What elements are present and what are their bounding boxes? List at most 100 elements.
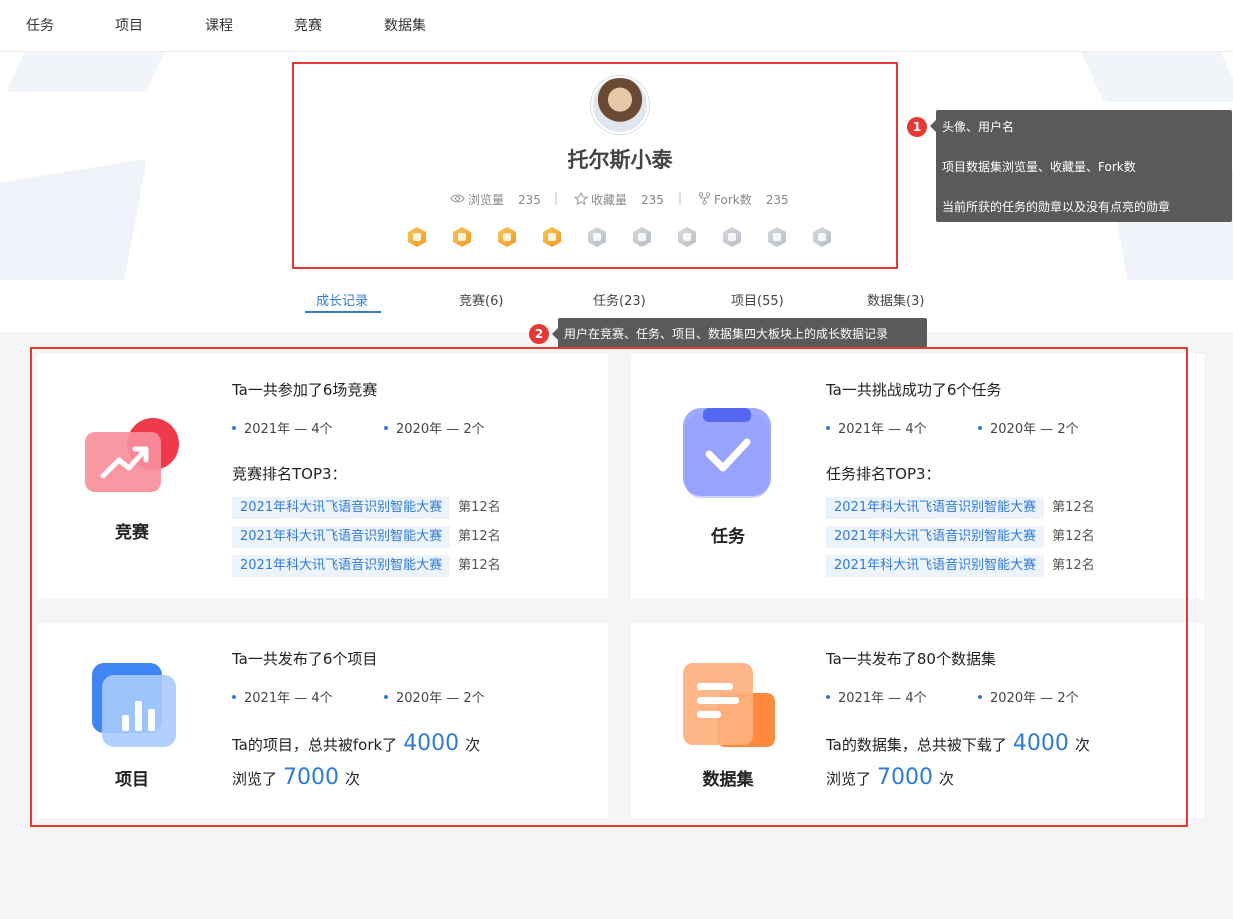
stat-forks: Fork数 235 [698,191,789,208]
badge-locked[interactable] [676,226,698,248]
tab-competitions[interactable]: 竞赛(6) [459,290,503,309]
annotation-marker-2: 2 [529,324,549,344]
badge-locked[interactable] [586,226,608,248]
stat-favorites: 收藏量 235 [573,191,664,208]
document-icon [681,661,777,751]
card-title: Ta一共挑战成功了6个任务 [826,381,1002,399]
rank-row: 2021年科大讯飞语音识别智能大赛 第12名 [232,554,501,577]
view-count-line: 浏览了 7000 次 [232,765,360,790]
username: 托尔斯小泰 [567,148,673,172]
rank-name-link[interactable]: 2021年科大讯飞语音识别智能大赛 [232,555,451,577]
rank-position: 第12名 [458,558,501,573]
dataset-card: 数据集 Ta一共发布了80个数据集 2021年 — 4个 2020年 — 2个 … [631,623,1204,818]
rank-position: 第12名 [458,529,501,544]
background-decoration [1076,52,1233,102]
checkmark-icon [681,406,773,502]
stat-favorites-label: 收藏量 [591,193,628,207]
rank-position: 第12名 [1052,500,1095,515]
trend-chart-icon [83,416,183,506]
rank-row: 2021年科大讯飞语音识别智能大赛 第12名 [232,496,501,519]
active-tab-indicator [305,311,381,313]
stat-views-label: 浏览量 [468,193,505,207]
badge-locked[interactable] [811,226,833,248]
rank-row: 2021年科大讯飞语音识别智能大赛 第12名 [826,554,1095,577]
rank-row: 2021年科大讯飞语音识别智能大赛 第12名 [232,525,501,548]
rank-name-link[interactable]: 2021年科大讯飞语音识别智能大赛 [232,497,451,519]
fork-count-suffix: 次 [465,736,481,754]
stat-views: 浏览量 235 [450,191,541,208]
callout-line: 头像、用户名 [942,120,1015,134]
task-card: 任务 Ta一共挑战成功了6个任务 2021年 — 4个 2020年 — 2个 任… [631,354,1204,599]
rank-name-link[interactable]: 2021年科大讯飞语音识别智能大赛 [826,526,1045,548]
avatar[interactable] [591,76,649,134]
badge-locked[interactable] [766,226,788,248]
year-count: 2021年 — 4个 [232,687,333,706]
fork-count-value: 4000 [403,731,460,756]
rank-position: 第12名 [458,500,501,515]
view-count-prefix: 浏览了 [232,770,278,788]
eye-icon [450,193,465,207]
annotation-marker-1: 1 [907,117,927,137]
fork-count-prefix: Ta的项目，总共被fork了 [232,736,398,754]
nav-item-datasets[interactable]: 数据集 [384,15,426,35]
year-count: 2020年 — 2个 [978,687,1079,706]
download-count-value: 4000 [1012,731,1069,756]
card-label: 项目 [115,770,149,790]
download-count-prefix: Ta的数据集，总共被下载了 [826,736,1007,754]
nav-item-courses[interactable]: 课程 [205,15,233,35]
background-decoration [6,52,174,92]
tab-projects[interactable]: 项目(55) [731,290,784,309]
badge-earned[interactable] [541,226,563,248]
tab-datasets[interactable]: 数据集(3) [867,290,924,309]
nav-item-tasks[interactable]: 任务 [26,15,54,35]
card-label: 竞赛 [115,523,149,543]
tab-growth-record[interactable]: 成长记录 [316,290,368,309]
rank-position: 第12名 [1052,529,1095,544]
card-label: 任务 [711,527,745,547]
callout-line: 当前所获的任务的勋章以及没有点亮的勋章 [942,200,1171,214]
year-count: 2020年 — 2个 [978,418,1079,437]
fork-icon [698,191,711,208]
stat-forks-label: Fork数 [714,193,752,207]
badge-locked[interactable] [721,226,743,248]
view-count-suffix: 次 [939,770,955,788]
view-count-value: 7000 [877,765,934,790]
competition-card: 竞赛 Ta一共参加了6场竞赛 2021年 — 4个 2020年 — 2个 竞赛排… [37,354,608,599]
view-count-suffix: 次 [345,770,361,788]
download-count-line: Ta的数据集，总共被下载了 4000 次 [826,731,1090,756]
nav-item-projects[interactable]: 项目 [115,15,143,35]
rank-position: 第12名 [1052,558,1095,573]
nav-item-competitions[interactable]: 竞赛 [294,15,322,35]
tab-tasks[interactable]: 任务(23) [593,290,646,309]
card-title: Ta一共发布了80个数据集 [826,650,996,668]
card-label: 数据集 [702,770,754,790]
rank-name-link[interactable]: 2021年科大讯飞语音识别智能大赛 [826,555,1045,577]
annotation-callout-2: 用户在竞赛、任务、项目、数据集四大板块上的成长数据记录 [552,318,927,348]
rank-name-link[interactable]: 2021年科大讯飞语音识别智能大赛 [826,497,1045,519]
view-count-line: 浏览了 7000 次 [826,765,954,790]
badge-earned[interactable] [406,226,428,248]
view-count-prefix: 浏览了 [826,770,872,788]
annotation-callout-1: 头像、用户名 项目数据集浏览量、收藏量、Fork数 当前所获的任务的勋章以及没有… [930,110,1232,222]
badge-earned[interactable] [451,226,473,248]
year-count: 2021年 — 4个 [232,418,333,437]
rank-row: 2021年科大讯飞语音识别智能大赛 第12名 [826,496,1095,519]
callout-line: 项目数据集浏览量、收藏量、Fork数 [942,160,1136,174]
rank-title: 竞赛排名TOP3： [232,465,347,483]
fork-count-line: Ta的项目，总共被fork了 4000 次 [232,731,480,756]
badge-earned[interactable] [496,226,518,248]
card-title: Ta一共参加了6场竞赛 [232,381,378,399]
stat-views-value: 235 [518,192,541,207]
rank-row: 2021年科大讯飞语音识别智能大赛 第12名 [826,525,1095,548]
stat-favorites-value: 235 [641,192,664,207]
star-icon [573,191,589,208]
view-count-value: 7000 [283,765,340,790]
stat-forks-value: 235 [765,192,789,207]
year-count: 2020年 — 2个 [384,687,485,706]
top-nav: 任务 项目 课程 竞赛 数据集 [0,0,1233,52]
rank-title: 任务排名TOP3： [826,465,941,483]
rank-name-link[interactable]: 2021年科大讯飞语音识别智能大赛 [232,526,451,548]
badge-locked[interactable] [631,226,653,248]
card-title: Ta一共发布了6个项目 [232,650,378,668]
project-card: 项目 Ta一共发布了6个项目 2021年 — 4个 2020年 — 2个 Ta的… [37,623,608,818]
